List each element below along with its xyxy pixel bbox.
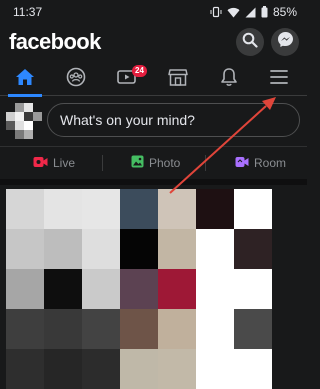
story-pixel <box>196 269 234 309</box>
story-pixel <box>196 349 234 389</box>
status-bar: 11:37 85% <box>0 0 307 24</box>
story-pixel <box>44 189 82 229</box>
story-pixel <box>158 189 196 229</box>
avatar-pixel <box>15 121 24 130</box>
story-pixel <box>234 189 272 229</box>
avatar-pixel <box>6 112 15 121</box>
photo-button[interactable]: Photo <box>131 147 180 179</box>
bell-icon <box>220 67 238 92</box>
story-pixel <box>44 229 82 269</box>
marketplace-icon <box>168 68 188 91</box>
status-icons: 85% <box>210 5 297 19</box>
action-divider <box>102 155 103 171</box>
story-pixel <box>158 349 196 389</box>
friends-icon <box>66 67 86 92</box>
avatar-pixel <box>15 103 24 112</box>
story-pixel <box>6 309 44 349</box>
tab-notifications[interactable] <box>212 62 246 96</box>
story-pixel <box>82 229 120 269</box>
stories-section <box>0 185 307 389</box>
story-pixel <box>120 309 158 349</box>
live-label: Live <box>53 156 76 170</box>
composer-actions: Live Photo Room <box>0 146 307 185</box>
battery-icon <box>261 6 268 18</box>
tab-friends[interactable] <box>59 62 93 96</box>
room-video-icon <box>235 156 249 171</box>
story-pixel <box>196 189 234 229</box>
story-pixel <box>158 309 196 349</box>
story-pixel <box>234 349 272 389</box>
story-pixel <box>120 349 158 389</box>
whats-on-your-mind-input[interactable]: What's on your mind? <box>47 103 300 137</box>
avatar-pixel <box>24 130 33 139</box>
avatar-pixel <box>24 103 33 112</box>
story-pixel <box>196 229 234 269</box>
story-pixel <box>234 229 272 269</box>
live-video-icon <box>33 156 48 171</box>
photo-label: Photo <box>149 156 181 170</box>
video-notification-badge: 24 <box>132 65 147 77</box>
avatar-pixel <box>33 103 42 112</box>
status-time: 11:37 <box>13 5 43 19</box>
story-pixel <box>44 269 82 309</box>
messenger-button[interactable] <box>271 28 299 56</box>
avatar-pixel <box>33 121 42 130</box>
story-pixel <box>44 309 82 349</box>
tab-menu[interactable] <box>262 62 296 96</box>
tab-home[interactable] <box>8 62 42 97</box>
story-pixel <box>82 269 120 309</box>
tab-watch[interactable]: 24 <box>110 62 147 96</box>
story-pixel <box>44 349 82 389</box>
search-icon <box>242 32 258 53</box>
story-pixel <box>6 349 44 389</box>
live-button[interactable]: Live <box>33 147 75 179</box>
home-icon <box>15 68 35 91</box>
avatar-pixel <box>33 130 42 139</box>
vibrate-icon <box>210 6 222 18</box>
avatar-pixel <box>15 112 24 121</box>
story-pixel <box>196 309 234 349</box>
photo-icon <box>131 155 144 171</box>
signal-icon <box>245 7 256 18</box>
avatar-pixel <box>24 121 33 130</box>
room-button[interactable]: Room <box>235 147 286 179</box>
story-pixel <box>158 269 196 309</box>
avatar[interactable] <box>6 103 42 139</box>
wifi-icon <box>227 7 240 18</box>
avatar-pixel <box>6 103 15 112</box>
avatar-pixel <box>6 121 15 130</box>
story-pixel <box>234 309 272 349</box>
avatar-pixel <box>15 130 24 139</box>
avatar-pixel <box>24 112 33 121</box>
story-pixel <box>6 229 44 269</box>
hamburger-menu-icon <box>270 69 288 90</box>
facebook-logo[interactable]: facebook <box>9 29 101 55</box>
story-pixel <box>6 189 44 229</box>
room-label: Room <box>254 156 287 170</box>
story-pixel <box>120 269 158 309</box>
story-pixel <box>82 189 120 229</box>
story-pixel <box>6 269 44 309</box>
story-pixel <box>82 349 120 389</box>
search-button[interactable] <box>236 28 264 56</box>
avatar-pixel <box>33 112 42 121</box>
story-pixel <box>158 229 196 269</box>
action-divider <box>205 155 206 171</box>
battery-percent: 85% <box>272 5 297 19</box>
messenger-icon <box>277 31 294 53</box>
story-pixel <box>82 309 120 349</box>
app-header: facebook <box>0 26 307 60</box>
story-pixel <box>120 229 158 269</box>
tab-marketplace[interactable] <box>161 62 195 96</box>
story-pixel <box>120 189 158 229</box>
post-composer: What's on your mind? <box>0 97 307 145</box>
pixelated-stories-image[interactable] <box>6 189 272 389</box>
story-pixel <box>234 269 272 309</box>
main-tab-bar: 24 <box>0 62 307 97</box>
avatar-pixel <box>6 130 15 139</box>
